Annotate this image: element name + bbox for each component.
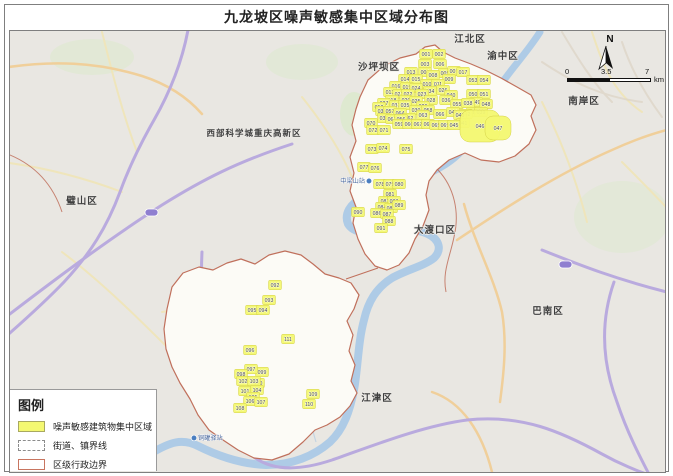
page-title: 九龙坡区噪声敏感集中区域分布图 xyxy=(5,5,668,29)
legend-panel: 图例 噪声敏感建筑物集中区域 街道、镇界线 区级行政边界 xyxy=(10,389,157,471)
district-label: 南岸区 xyxy=(568,95,600,107)
noise-patch-label: 066 xyxy=(436,112,445,118)
noise-patch-label: 045 xyxy=(450,123,459,129)
noise-patch-label: 053 xyxy=(469,78,478,84)
noise-patch-label: 108 xyxy=(236,406,245,412)
noise-patch-label: 107 xyxy=(257,400,266,406)
noise-patch-label: 047 xyxy=(494,126,503,132)
compass-label: N xyxy=(598,34,622,45)
noise-patch-label: 075 xyxy=(402,147,411,153)
noise-patch-label: 091 xyxy=(377,226,386,232)
noise-patch-label: 089 xyxy=(395,203,404,209)
noise-map-page: 九龙坡区噪声敏感集中区域分布图 xyxy=(0,0,673,476)
district-label: 沙坪坝区 xyxy=(358,61,400,73)
legend-item-noise: 噪声敏感建筑物集中区域 xyxy=(16,420,150,433)
noise-patch-label: 001 xyxy=(422,52,431,58)
scale-bar: 0 3.5 7 km xyxy=(559,67,669,89)
noise-patch-label: 093 xyxy=(265,298,274,304)
noise-patch-label: 038 xyxy=(464,101,473,107)
noise-patch-label: 111 xyxy=(284,337,292,343)
legend-label: 街道、镇界线 xyxy=(53,439,107,452)
district-label: 西部科学城重庆高新区 xyxy=(206,128,301,138)
scale-unit: km xyxy=(654,75,664,84)
noise-patch-label: 006 xyxy=(436,62,445,68)
noise-patch-label: 096 xyxy=(246,348,255,354)
noise-patch-label: 080 xyxy=(395,182,404,188)
noise-patch-label: 086 xyxy=(373,211,382,217)
legend-title: 图例 xyxy=(18,395,150,414)
scale-tick: 3.5 xyxy=(601,67,611,76)
legend-label: 区级行政边界 xyxy=(53,458,107,471)
district-label: 巴南区 xyxy=(532,305,564,317)
noise-patch-label: 067 xyxy=(414,122,423,128)
noise-patch-label: 102 xyxy=(239,379,248,385)
district-label: 江北区 xyxy=(454,33,486,45)
legend-label: 噪声敏感建筑物集中区域 xyxy=(53,420,152,433)
noise-patch-label: 015 xyxy=(412,77,421,83)
noise-patch-label: 099 xyxy=(258,370,267,376)
noise-patch-label: 078 xyxy=(376,182,385,188)
noise-patch-label: 090 xyxy=(354,210,363,216)
map-area: 0010020030060130040050070170080140150090… xyxy=(9,30,666,473)
metro-station-icon xyxy=(191,435,197,441)
noise-patch-label: 074 xyxy=(379,146,388,152)
noise-patch-label: 008 xyxy=(429,73,438,79)
scale-tick: 7 xyxy=(645,67,649,76)
noise-patch-label: 071 xyxy=(380,128,389,134)
noise-patch-label: 103 xyxy=(250,379,259,385)
legend-item-district-boundary: 区级行政边界 xyxy=(16,458,150,471)
noise-patch-label: 054 xyxy=(480,78,489,84)
district-label: 渝中区 xyxy=(487,50,519,62)
scale-bar-filled xyxy=(568,79,610,81)
district-label: 大渡口区 xyxy=(414,224,456,236)
station-label: 中梁山站 xyxy=(340,177,365,185)
noise-patch-label: 017 xyxy=(459,70,468,76)
compass: N xyxy=(598,34,622,71)
legend-swatch-dashed xyxy=(18,440,45,451)
noise-patch-label: 072 xyxy=(369,128,378,134)
noise-patch-label: 110 xyxy=(305,402,313,408)
noise-patch-label: 063 xyxy=(419,113,428,119)
district-label: 璧山区 xyxy=(65,195,98,207)
noise-patch-label: 077 xyxy=(360,165,369,171)
district-label: 江津区 xyxy=(361,392,393,404)
noise-patch-label: 094 xyxy=(259,308,268,314)
noise-patch-label: 036 xyxy=(442,98,451,104)
noise-patch-label: 076 xyxy=(371,166,380,172)
noise-patch-label: 073 xyxy=(368,147,377,153)
scale-bar-empty xyxy=(610,79,650,81)
noise-patch-label: 106 xyxy=(246,399,255,405)
metro-station-icon xyxy=(366,178,372,184)
noise-patch-label: 095 xyxy=(248,308,257,314)
noise-patch-label: 046 xyxy=(476,124,485,130)
scale-tick: 0 xyxy=(565,67,569,76)
legend-item-street-boundary: 街道、镇界线 xyxy=(16,439,150,452)
map-figure: 九龙坡区噪声敏感集中区域分布图 xyxy=(4,4,669,472)
noise-patch-label: 059 xyxy=(395,122,404,128)
noise-patch-label: 002 xyxy=(435,52,444,58)
legend-swatch-redline xyxy=(18,459,45,470)
station-label: 铜罐驿站 xyxy=(198,434,223,442)
noise-patch-label: 092 xyxy=(271,283,280,289)
legend-swatch-yellow xyxy=(18,421,45,432)
scale-bar-graphic xyxy=(567,78,651,82)
noise-patch-label: 009 xyxy=(445,77,454,83)
noise-patch-label: 097 xyxy=(247,367,256,373)
noise-patch-label: 109 xyxy=(309,392,318,398)
